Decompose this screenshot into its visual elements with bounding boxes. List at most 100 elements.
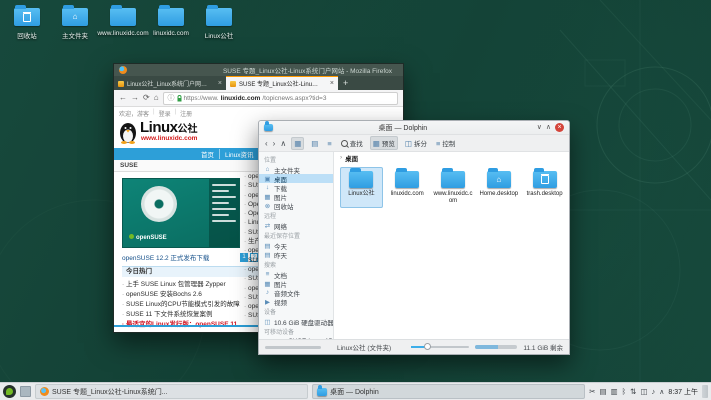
battery-icon[interactable]: ▥ bbox=[611, 387, 618, 397]
breadcrumb[interactable]: › 桌面 bbox=[334, 152, 569, 163]
places-item-harddrive[interactable]: ◫10.6 GiB 硬盘驱动器 bbox=[259, 317, 333, 326]
places-item-desktop[interactable]: ▣桌面 bbox=[259, 174, 333, 183]
details-view-icon: ≡ bbox=[327, 139, 331, 148]
file-trash-desktop[interactable]: trash.desktop bbox=[523, 167, 566, 208]
file-www-linuxidc[interactable]: www.linuxidc.com bbox=[432, 167, 475, 208]
tab-linuxidc-home[interactable]: Linux公社_Linux系统门户网… × bbox=[114, 77, 226, 90]
search-button[interactable]: 查找 bbox=[339, 137, 365, 149]
places-item-downloads[interactable]: ↓下载 bbox=[259, 183, 333, 192]
logo-sub: 公社 bbox=[178, 124, 198, 135]
preview-button[interactable]: ▦预览 bbox=[370, 136, 398, 150]
tab-close-icon[interactable]: × bbox=[218, 80, 222, 87]
trash-icon bbox=[541, 175, 549, 184]
hot-article-link[interactable]: 上手 SUSE Linux 包管理器 Zypper bbox=[122, 280, 260, 290]
download-icon: ↓ bbox=[264, 184, 271, 191]
dolphin-app-icon bbox=[264, 124, 273, 131]
places-item-pictures[interactable]: ▦图片 bbox=[259, 192, 333, 201]
opensuse-boxart-image: openSUSE bbox=[122, 178, 240, 248]
tab-close-icon[interactable]: × bbox=[330, 80, 334, 87]
hot-article-link[interactable]: SUSE 11 下文件系统恢复案例 bbox=[122, 310, 260, 320]
url-bar[interactable]: ⓘ https://www.linuxidc.com/topicnews.asp… bbox=[163, 92, 398, 105]
display-icon[interactable]: ◫ bbox=[640, 387, 647, 397]
task-label: SUSE 专题_Linux公社-Linux系统门... bbox=[52, 387, 168, 397]
breadcrumb-path[interactable]: 桌面 bbox=[345, 153, 358, 163]
places-label: 回收站 bbox=[274, 201, 294, 210]
forward-button[interactable]: → bbox=[131, 93, 139, 103]
places-item-images[interactable]: ▦图片 bbox=[259, 279, 333, 288]
control-button[interactable]: ≡控制 bbox=[434, 137, 457, 149]
clipboard-icon[interactable]: ▤ bbox=[599, 387, 606, 397]
close-button[interactable]: × bbox=[555, 123, 564, 132]
site-nav-item[interactable]: 首页 bbox=[196, 149, 219, 159]
places-item-today[interactable]: ▤今天 bbox=[259, 241, 333, 250]
places-header: 位置 bbox=[259, 154, 333, 165]
places-item-videos[interactable]: ▶视频 bbox=[259, 297, 333, 306]
panel-toggle-button[interactable] bbox=[702, 385, 708, 398]
back-button[interactable]: ← bbox=[119, 93, 127, 103]
reload-button[interactable]: ⟳ bbox=[143, 93, 150, 103]
site-url-text: www.linuxidc.com bbox=[141, 135, 197, 142]
boxart-caption-link[interactable]: openSUSE 12.2 正式发布下载 bbox=[122, 252, 238, 262]
devices-header: 设备 bbox=[259, 306, 333, 317]
pager-icon[interactable] bbox=[20, 386, 31, 397]
minimize-button[interactable]: ∨ bbox=[537, 123, 542, 132]
back-button[interactable]: ‹ bbox=[265, 139, 268, 148]
task-firefox[interactable]: SUSE 专题_Linux公社-Linux系统门... bbox=[35, 384, 308, 399]
new-tab-button[interactable]: + bbox=[338, 77, 353, 90]
dolphin-titlebar[interactable]: 桌面 — Dolphin ∨ ∧ × bbox=[259, 121, 569, 135]
desktop-icon-www-linuxidc[interactable]: www.linuxidc.com bbox=[100, 4, 146, 40]
search-label: 查找 bbox=[350, 138, 363, 148]
tray-expand-icon[interactable]: ∧ bbox=[659, 388, 664, 396]
forward-button[interactable]: › bbox=[273, 139, 276, 148]
application-launcher-icon[interactable] bbox=[3, 385, 16, 398]
maximize-button[interactable]: ∧ bbox=[546, 123, 551, 132]
places-scrollbar[interactable] bbox=[265, 346, 321, 349]
folder-icon bbox=[441, 171, 465, 188]
tab-suse-topic[interactable]: SUSE 专题_Linux公社-Linu… × bbox=[226, 76, 338, 90]
compact-view-button[interactable]: ▤ bbox=[309, 138, 320, 149]
register-link[interactable]: 注册 bbox=[180, 109, 192, 118]
desktop-icon-linuxidc[interactable]: linuxidc.com bbox=[148, 4, 194, 40]
trash-icon: ⊗ bbox=[264, 202, 271, 210]
hot-today-section: 今日热门 上手 SUSE Linux 包管理器 ZypperopenSUSE 安… bbox=[122, 266, 260, 330]
home-button[interactable]: ⌂ bbox=[154, 93, 159, 103]
places-item-documents[interactable]: ≡文档 bbox=[259, 270, 333, 279]
bluetooth-icon[interactable]: ᛒ bbox=[622, 387, 627, 397]
file-grid: Linux公社 linuxidc.com www.linuxidc.com ⌂ … bbox=[334, 163, 569, 208]
icons-view-button[interactable]: ▦ bbox=[291, 137, 304, 150]
file-label: linuxidc.com bbox=[391, 191, 424, 198]
volume-icon[interactable]: ♪ bbox=[652, 387, 656, 397]
split-button[interactable]: ◫拆分 bbox=[403, 137, 429, 149]
zoom-slider-handle[interactable] bbox=[424, 343, 431, 350]
places-item-audio[interactable]: ♪音频文件 bbox=[259, 288, 333, 297]
places-item-yesterday[interactable]: ▤昨天 bbox=[259, 250, 333, 259]
details-view-button[interactable]: ≡ bbox=[325, 138, 333, 149]
zoom-slider[interactable] bbox=[411, 346, 469, 348]
login-link[interactable]: 登录 bbox=[159, 109, 171, 118]
places-item-trash[interactable]: ⊗回收站 bbox=[259, 201, 333, 210]
up-button[interactable]: ∧ bbox=[280, 139, 286, 148]
hot-article-link[interactable]: SUSE Linux的CPU节能模式引发的故障 bbox=[122, 300, 260, 310]
desktop-icon-linux-gongshe[interactable]: Linux公社 bbox=[196, 4, 242, 40]
desktop-icon-home[interactable]: ⌂ 主文件夹 bbox=[52, 4, 98, 40]
places-item-home[interactable]: ⌂主文件夹 bbox=[259, 165, 333, 174]
recent-header: 最近保存位置 bbox=[259, 230, 333, 241]
places-label: 主文件夹 bbox=[274, 165, 300, 174]
site-info-icon[interactable]: ⓘ bbox=[168, 93, 175, 103]
folder-icon bbox=[110, 8, 136, 26]
file-linux-gongshe[interactable]: Linux公社 bbox=[340, 167, 383, 208]
file-linuxidc[interactable]: linuxidc.com bbox=[386, 167, 429, 208]
task-dolphin[interactable]: 桌面 — Dolphin bbox=[312, 384, 585, 399]
site-nav-item[interactable]: Linux资讯 bbox=[219, 149, 259, 159]
clock[interactable]: 8:37 上午 bbox=[668, 387, 698, 397]
device-notifier-icon[interactable]: ⇅ bbox=[630, 387, 636, 397]
hot-article-link[interactable]: openSUSE 安装Bochs 2.6 bbox=[122, 290, 260, 300]
klipper-icon[interactable]: ✂ bbox=[589, 387, 595, 397]
firefox-titlebar[interactable]: SUSE 专题_Linux公社-Linux系统门户网站 - Mozilla Fi… bbox=[114, 64, 403, 76]
places-label: 图片 bbox=[274, 279, 287, 288]
file-home-desktop[interactable]: ⌂ Home.desktop bbox=[477, 167, 520, 208]
boxart-side-strip bbox=[209, 179, 239, 248]
places-item-network[interactable]: ⇄网络 bbox=[259, 221, 333, 230]
desktop-icon-trash[interactable]: 回收站 bbox=[4, 4, 50, 40]
search-icon bbox=[341, 140, 348, 147]
